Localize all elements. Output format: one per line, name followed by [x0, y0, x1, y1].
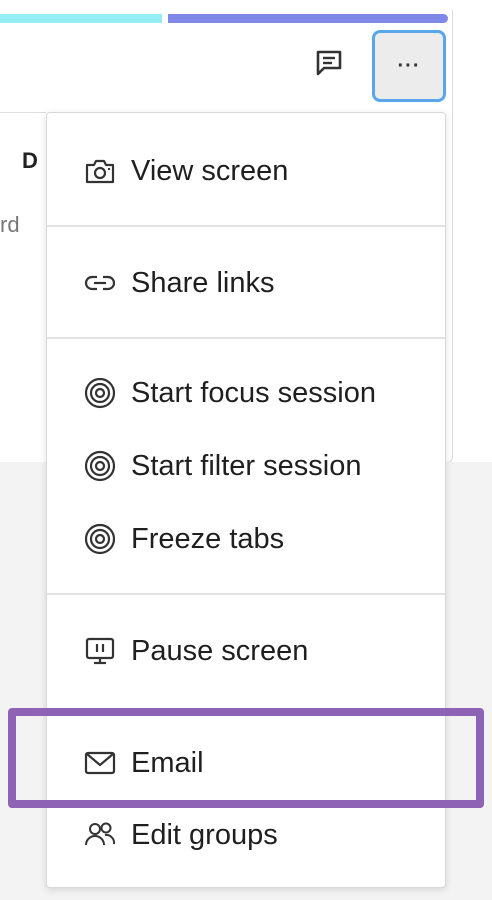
menu-item-label: Start filter session	[131, 449, 362, 482]
background-text-fragment: rd	[0, 212, 20, 237]
menu-item-freeze-tabs[interactable]: Freeze tabs	[47, 511, 445, 567]
link-icon	[83, 266, 117, 300]
menu-item-label: Freeze tabs	[131, 522, 285, 555]
menu-item-start-focus-session[interactable]: Start focus session	[47, 365, 445, 421]
menu-separator	[47, 225, 445, 227]
menu-item-edit-groups[interactable]: Edit groups	[47, 807, 445, 863]
menu-item-email[interactable]: Email	[47, 735, 445, 791]
menu-item-label: Email	[131, 746, 204, 779]
people-icon	[83, 818, 117, 852]
menu-separator	[47, 593, 445, 595]
camera-icon	[83, 154, 117, 188]
menu-item-view-screen[interactable]: View screen	[47, 143, 445, 199]
menu-item-share-links[interactable]: Share links	[47, 255, 445, 311]
menu-item-label: Pause screen	[131, 634, 309, 667]
background-heading-fragment: D	[22, 148, 38, 173]
menu-separator	[47, 337, 445, 339]
menu-item-label: View screen	[131, 154, 289, 187]
chat-icon	[314, 48, 344, 83]
more-options-button[interactable]: ···	[372, 30, 446, 102]
progress-bar-cyan	[0, 14, 162, 23]
menu-item-label: Edit groups	[131, 818, 278, 851]
pause-screen-icon	[83, 634, 117, 668]
target-icon	[83, 449, 117, 483]
menu-item-start-filter-session[interactable]: Start filter session	[47, 438, 445, 494]
more-options-menu: View screen Share links Start focus sess…	[46, 112, 446, 888]
menu-item-label: Start focus session	[131, 376, 376, 409]
target-icon	[83, 376, 117, 410]
screen: D rd ··· View screen Share links Start f…	[0, 0, 492, 900]
menu-item-pause-screen[interactable]: Pause screen	[47, 623, 445, 679]
progress-bar-blue	[168, 14, 448, 23]
chat-button[interactable]	[312, 48, 346, 82]
background-divider	[0, 112, 46, 113]
menu-item-label: Share links	[131, 266, 275, 299]
target-icon	[83, 522, 117, 556]
mail-icon	[83, 746, 117, 780]
